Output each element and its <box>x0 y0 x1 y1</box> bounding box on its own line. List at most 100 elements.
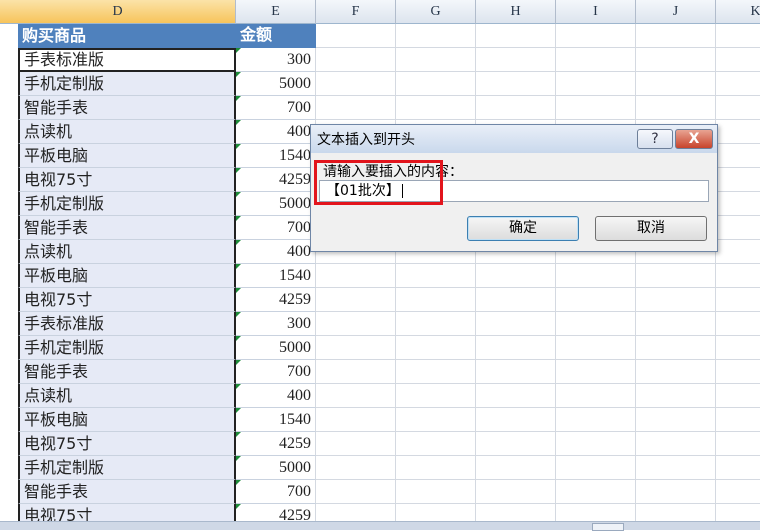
number-as-text-indicator-icon <box>236 504 241 509</box>
product-cell[interactable]: 手表标准版 <box>18 48 236 72</box>
amount-cell[interactable]: 400 <box>236 120 316 144</box>
table-row: 手机定制版 5000 <box>0 72 316 96</box>
table-row: 手表标准版 300 <box>0 48 316 72</box>
header-amount-cell[interactable]: 金额 <box>236 24 316 48</box>
column-header-k[interactable]: K <box>716 0 760 24</box>
product-cell[interactable]: 智能手表 <box>18 96 236 120</box>
column-header-f[interactable]: F <box>316 0 396 24</box>
amount-cell[interactable]: 700 <box>236 216 316 240</box>
amount-cell[interactable]: 4259 <box>236 288 316 312</box>
amount-value: 4259 <box>279 291 311 308</box>
number-as-text-indicator-icon <box>236 408 241 413</box>
amount-value: 300 <box>287 51 311 68</box>
amount-cell[interactable]: 400 <box>236 384 316 408</box>
amount-value: 700 <box>287 99 311 116</box>
table-row: 手表标准版 300 <box>0 312 316 336</box>
amount-cell[interactable]: 5000 <box>236 456 316 480</box>
column-header-d[interactable]: D <box>0 0 236 24</box>
amount-cell[interactable]: 700 <box>236 360 316 384</box>
amount-cell[interactable]: 1540 <box>236 264 316 288</box>
product-cell[interactable]: 智能手表 <box>18 480 236 504</box>
number-as-text-indicator-icon <box>236 192 241 197</box>
table-row: 手机定制版 5000 <box>0 192 316 216</box>
product-cell[interactable]: 平板电脑 <box>18 408 236 432</box>
number-as-text-indicator-icon <box>236 96 241 101</box>
product-cell[interactable]: 手机定制版 <box>18 456 236 480</box>
column-header-h[interactable]: H <box>476 0 556 24</box>
number-as-text-indicator-icon <box>236 264 241 269</box>
amount-value: 400 <box>287 243 311 260</box>
product-cell[interactable]: 平板电脑 <box>18 264 236 288</box>
product-cell[interactable]: 点读机 <box>18 384 236 408</box>
product-cell[interactable]: 手机定制版 <box>18 336 236 360</box>
amount-value: 1540 <box>279 411 311 428</box>
product-cell[interactable]: 智能手表 <box>18 216 236 240</box>
product-cell[interactable]: 手表标准版 <box>18 312 236 336</box>
number-as-text-indicator-icon <box>236 216 241 221</box>
dialog-titlebar[interactable]: 文本插入到开头 ? X <box>311 125 717 153</box>
amount-cell[interactable]: 1540 <box>236 408 316 432</box>
column-header-g[interactable]: G <box>396 0 476 24</box>
number-as-text-indicator-icon <box>236 288 241 293</box>
amount-value: 5000 <box>279 195 311 212</box>
close-icon[interactable]: X <box>675 129 713 149</box>
amount-cell[interactable]: 5000 <box>236 192 316 216</box>
dialog-title: 文本插入到开头 <box>317 132 415 148</box>
amount-value: 700 <box>287 219 311 236</box>
amount-cell[interactable]: 700 <box>236 480 316 504</box>
table-row: 平板电脑 1540 <box>0 264 316 288</box>
table-row: 电视75寸 4259 <box>0 432 316 456</box>
header-product-cell[interactable]: 购买商品 <box>18 24 236 48</box>
spreadsheet: D E F G H I J K 购买商品 金额 手表标准版 300 手机定制版 500… <box>0 0 760 531</box>
table-row: 点读机 400 <box>0 240 316 264</box>
header-row: 购买商品 金额 <box>0 24 316 48</box>
product-cell[interactable]: 电视75寸 <box>18 168 236 192</box>
product-cell[interactable]: 点读机 <box>18 120 236 144</box>
empty-grid[interactable] <box>316 24 760 522</box>
amount-cell[interactable]: 700 <box>236 96 316 120</box>
scrollbar-thumb[interactable] <box>592 523 624 531</box>
table-row: 智能手表 700 <box>0 216 316 240</box>
amount-value: 5000 <box>279 339 311 356</box>
number-as-text-indicator-icon <box>236 360 241 365</box>
column-header-j[interactable]: J <box>636 0 716 24</box>
number-as-text-indicator-icon <box>236 48 241 53</box>
number-as-text-indicator-icon <box>236 384 241 389</box>
amount-cell[interactable]: 300 <box>236 312 316 336</box>
product-cell[interactable]: 电视75寸 <box>18 432 236 456</box>
amount-cell[interactable]: 5000 <box>236 336 316 360</box>
amount-cell[interactable]: 4259 <box>236 168 316 192</box>
table-row: 点读机 400 <box>0 384 316 408</box>
amount-cell[interactable]: 400 <box>236 240 316 264</box>
help-icon[interactable]: ? <box>637 129 673 149</box>
number-as-text-indicator-icon <box>236 456 241 461</box>
table-row: 电视75寸 4259 <box>0 168 316 192</box>
amount-cell[interactable]: 300 <box>236 48 316 72</box>
product-cell[interactable]: 手机定制版 <box>18 192 236 216</box>
product-cell[interactable]: 手机定制版 <box>18 72 236 96</box>
amount-value: 1540 <box>279 147 311 164</box>
amount-value: 4259 <box>279 435 311 452</box>
column-header-i[interactable]: I <box>556 0 636 24</box>
table-row: 手机定制版 5000 <box>0 336 316 360</box>
number-as-text-indicator-icon <box>236 432 241 437</box>
product-cell[interactable]: 点读机 <box>18 240 236 264</box>
table-row: 手机定制版 5000 <box>0 456 316 480</box>
product-cell[interactable]: 平板电脑 <box>18 144 236 168</box>
number-as-text-indicator-icon <box>236 72 241 77</box>
annotation-highlight-box <box>314 160 443 205</box>
product-cell[interactable]: 智能手表 <box>18 360 236 384</box>
table-row: 点读机 400 <box>0 120 316 144</box>
amount-value: 5000 <box>279 75 311 92</box>
amount-value: 5000 <box>279 459 311 476</box>
product-cell[interactable]: 电视75寸 <box>18 288 236 312</box>
cancel-button[interactable]: 取消 <box>595 216 707 241</box>
amount-cell[interactable]: 4259 <box>236 432 316 456</box>
amount-value: 700 <box>287 483 311 500</box>
amount-cell[interactable]: 5000 <box>236 72 316 96</box>
column-header-e[interactable]: E <box>236 0 316 24</box>
amount-cell[interactable]: 1540 <box>236 144 316 168</box>
table-row: 平板电脑 1540 <box>0 408 316 432</box>
ok-button[interactable]: 确定 <box>467 216 579 241</box>
number-as-text-indicator-icon <box>236 144 241 149</box>
